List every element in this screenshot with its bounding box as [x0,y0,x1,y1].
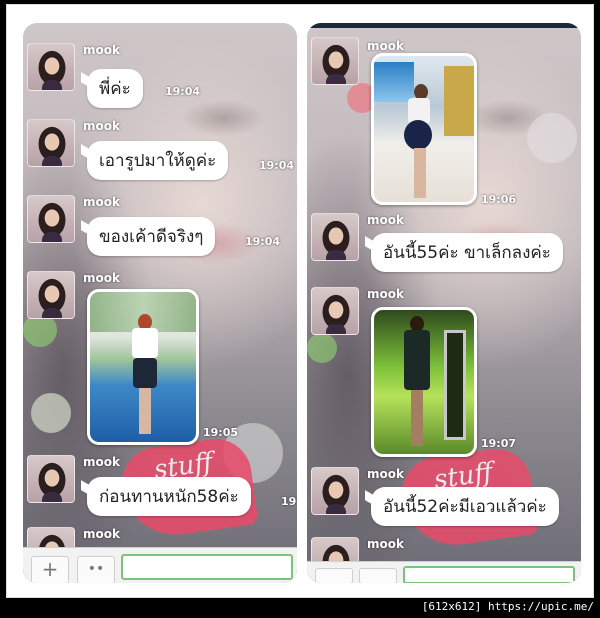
photo-message[interactable] [87,289,199,445]
message-bubble[interactable]: อันนี้52ค่ะมีเอวแล้วค่ะ [371,487,559,526]
message-time: 19:07 [481,437,517,450]
wall [444,66,474,136]
message-bubble[interactable]: ก่อนทานหนัก58ค่ะ [87,477,251,516]
message-time: 19:04 [259,159,295,172]
bokeh-decoration [31,393,71,433]
avatar[interactable] [311,213,359,261]
message-input[interactable] [403,566,575,583]
photo-message[interactable] [371,53,477,205]
avatar[interactable] [27,43,75,91]
chat-panel-right[interactable]: stuff shop mook 19:06 mook อันนี้55ค [307,23,581,583]
top-bar [307,23,581,28]
avatar[interactable] [27,455,75,503]
photo-message[interactable] [371,307,477,457]
sticker-button[interactable] [359,568,397,583]
chat-panel-left[interactable]: stuff shop mook พี่ค่ะ 19:04 mook เอารูป… [23,23,297,583]
collage-frame: stuff shop mook พี่ค่ะ 19:04 mook เอารูป… [6,4,594,598]
person-figure [130,314,160,439]
sender-name: mook [367,287,404,301]
chat-input-bar: + •• [23,547,297,583]
avatar[interactable] [311,467,359,515]
message-bubble[interactable]: ของเค้าดีจริงๆ [87,217,216,256]
sender-name: mook [367,213,404,227]
upic-footer-link[interactable]: [612x612] https://upic.me/ [422,600,594,613]
add-button[interactable]: + [31,556,69,583]
message-bubble[interactable]: อันนี้55ค่ะ ขาเล็กลงค่ะ [371,233,563,272]
bokeh-decoration [307,333,337,363]
message-input[interactable] [121,554,293,580]
person-figure [404,84,434,202]
avatar[interactable] [27,195,75,243]
person-figure [402,316,432,454]
message-time: 19:04 [245,235,281,248]
avatar[interactable] [27,119,75,167]
message-time: 19:04 [165,85,201,98]
add-button[interactable] [315,568,353,583]
mirror-frame [444,330,466,440]
sender-name: mook [83,271,120,285]
sticker-button[interactable]: •• [77,556,115,583]
footer-bar: [612x612] https://upic.me/ [0,598,600,618]
sender-name: mook [367,39,404,53]
avatar[interactable] [311,37,359,85]
sender-name: mook [83,455,120,469]
sender-name: mook [83,195,120,209]
sender-name: mook [83,43,120,57]
message-bubble[interactable]: พี่ค่ะ [87,69,143,108]
chat-input-bar [307,561,581,583]
sender-name: mook [83,527,120,541]
message-bubble[interactable]: เอารูปมาให้ดูค่ะ [87,141,229,180]
avatar[interactable] [27,271,75,319]
sender-name: mook [367,467,404,481]
message-time: 19 [281,495,297,508]
sender-name: mook [83,119,120,133]
sender-name: mook [367,537,404,551]
bokeh-decoration [527,113,577,163]
message-time: 19:05 [203,426,239,439]
message-time: 19:06 [481,193,517,206]
avatar[interactable] [311,287,359,335]
